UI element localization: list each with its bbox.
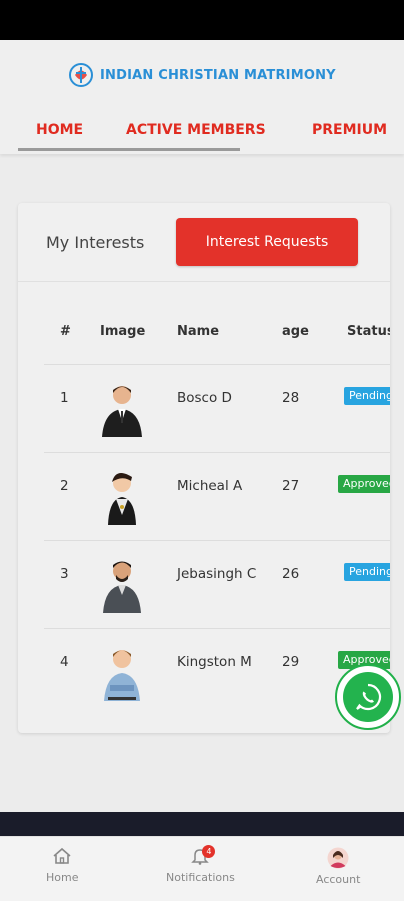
interests-card: My Interests Interest Requests # Image N…: [18, 203, 390, 733]
member-avatar: [102, 386, 142, 437]
row-number: 4: [60, 654, 69, 670]
bottom-nav: Home 4 Notifications Account: [0, 836, 404, 901]
header-image: Image: [100, 324, 146, 339]
nav-premium[interactable]: PREMIUM: [312, 122, 387, 138]
footer-band: [0, 812, 404, 836]
bottom-nav-home-label: Home: [46, 871, 79, 884]
header-status: Status: [347, 324, 390, 339]
whatsapp-icon: [343, 672, 393, 722]
app-header: INDIAN CHRISTIAN MATRIMONY HOME ACTIVE M…: [0, 40, 404, 154]
bottom-nav-notifications-label: Notifications: [166, 871, 235, 884]
status-badge: Pending: [344, 563, 390, 581]
member-name: Kingston M: [177, 654, 252, 670]
status-badge: Pending: [344, 387, 390, 405]
brand-title: INDIAN CHRISTIAN MATRIMONY: [100, 67, 336, 83]
header-name: Name: [177, 324, 220, 339]
row-number: 1: [60, 390, 69, 406]
brand[interactable]: INDIAN CHRISTIAN MATRIMONY: [68, 62, 336, 88]
row-number: 3: [60, 566, 69, 582]
table-row[interactable]: 1 Bosco D 28 Pending: [44, 364, 390, 453]
notification-count-badge: 4: [202, 845, 216, 858]
member-age: 27: [282, 478, 300, 494]
header-number: #: [60, 324, 71, 339]
tab-interest-requests[interactable]: Interest Requests: [176, 218, 358, 266]
nav-active-members[interactable]: ACTIVE MEMBERS: [126, 122, 266, 138]
header-age: age: [282, 324, 309, 339]
member-avatar: [104, 650, 140, 701]
nav-home[interactable]: HOME: [36, 122, 83, 138]
table-row[interactable]: 2 Micheal A 27 Approved: [44, 452, 390, 541]
member-avatar: [108, 473, 136, 525]
bottom-nav-account-label: Account: [316, 873, 361, 886]
member-age: 28: [282, 390, 300, 406]
bottom-nav-home[interactable]: Home: [46, 847, 78, 884]
member-avatar: [103, 561, 141, 613]
bottom-nav-notifications[interactable]: 4 Notifications: [166, 845, 235, 884]
home-icon: [53, 847, 71, 864]
member-name: Bosco D: [177, 390, 232, 406]
status-badge: Approved: [338, 475, 390, 493]
account-avatar-icon: [327, 847, 349, 869]
bottom-nav-account[interactable]: Account: [316, 847, 360, 886]
tab-my-interests[interactable]: My Interests: [46, 233, 144, 252]
whatsapp-button[interactable]: [335, 664, 401, 730]
brand-logo-icon: [69, 63, 93, 87]
nav-scroll-indicator: [18, 148, 240, 151]
interest-tabs: My Interests Interest Requests: [18, 203, 390, 282]
status-bar: [0, 0, 404, 40]
member-name: Jebasingh C: [177, 566, 257, 582]
table-row[interactable]: 3 Jebasingh C 26 Pending: [44, 540, 390, 629]
row-number: 2: [60, 478, 69, 494]
member-age: 29: [282, 654, 300, 670]
member-age: 26: [282, 566, 300, 582]
member-name: Micheal A: [177, 478, 243, 494]
